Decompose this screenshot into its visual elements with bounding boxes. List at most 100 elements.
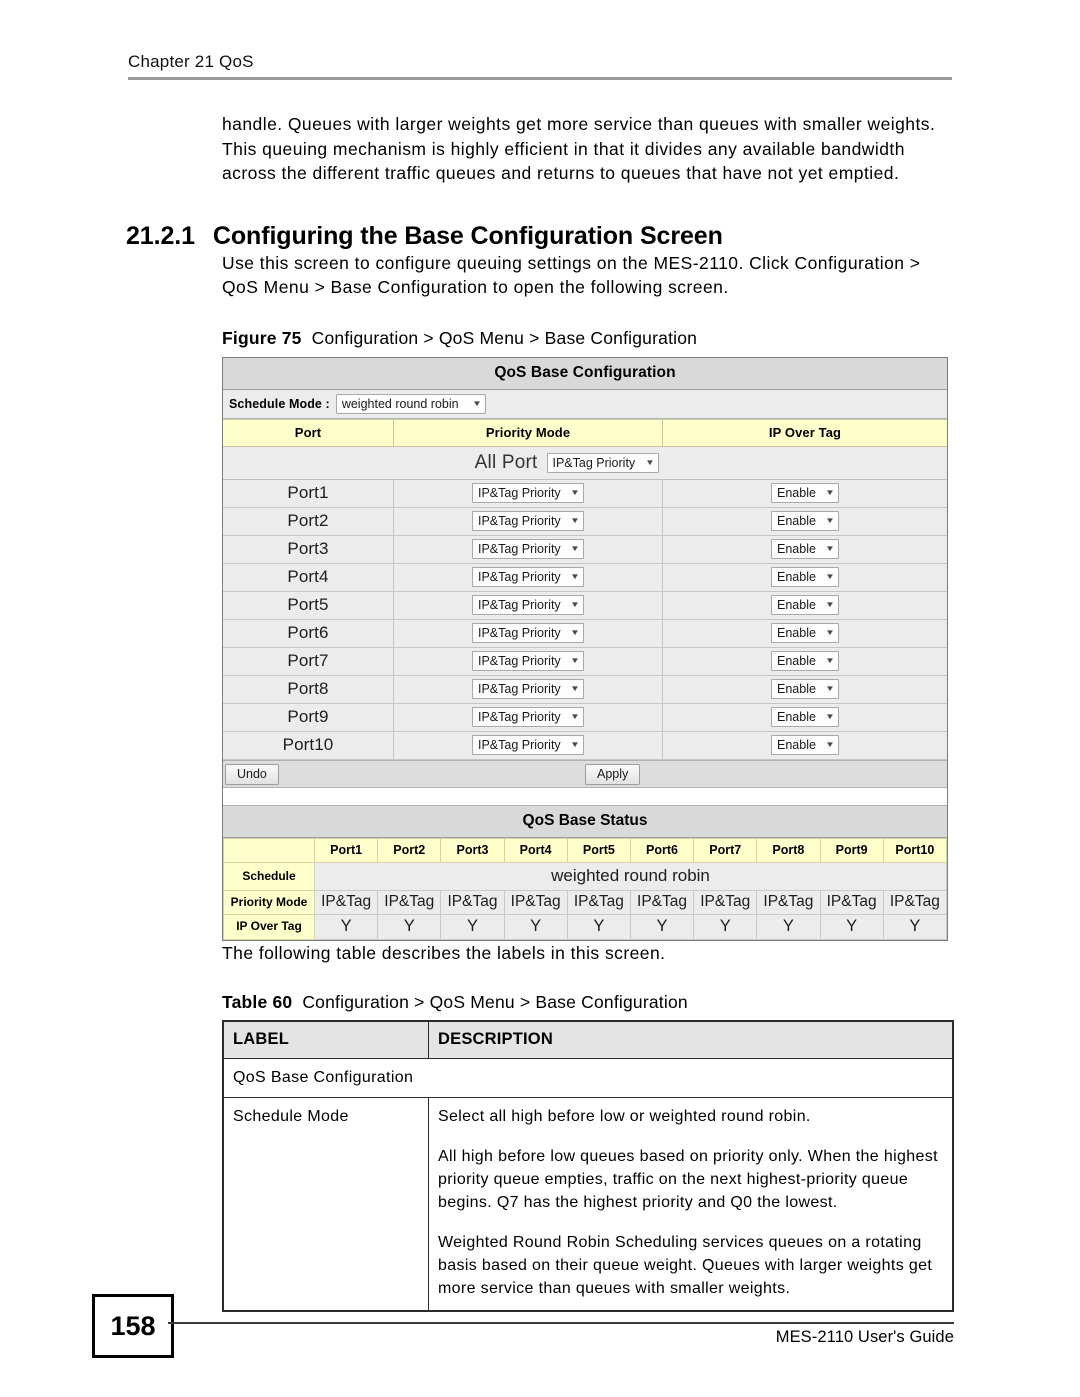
port-label: Port3 [223,535,394,564]
port-label: Port4 [223,563,394,592]
ip-over-tag-value: Enable [777,682,816,697]
priority-mode-select[interactable]: IP&Tag Priority ▼ [472,567,584,588]
chevron-down-icon: ▼ [825,600,835,610]
all-port-tag-cell [662,446,947,480]
ip-over-tag-value: Enable [777,626,816,641]
priority-mode-cell: IP&Tag Priority ▼ [393,619,663,648]
priority-mode-cell: IP&Tag Priority ▼ [393,675,663,704]
qos-base-status-title: QoS Base Status [223,805,947,838]
section-heading: 21.2.1 Configuring the Base Configuration… [126,222,858,251]
table-row: Port7 IP&Tag Priority ▼ Enable ▼ [223,647,947,676]
table-header-row: Port Priority Mode IP Over Tag [223,418,947,447]
port-label: Port5 [223,591,394,620]
apply-button[interactable]: Apply [585,763,641,785]
ip-over-tag-select[interactable]: Enable ▼ [771,679,839,700]
ip-over-tag-select[interactable]: Enable ▼ [771,483,839,504]
section-intro-paragraph: Use this screen to configure queuing set… [222,252,921,298]
ip-over-tag-value: Enable [777,738,816,753]
port-configuration-table: Port Priority Mode IP Over Tag All Port … [223,418,947,760]
undo-button[interactable]: Undo [225,763,279,785]
label-description-table: LABEL DESCRIPTION QoS Base Configuration… [222,1019,954,1312]
doc-column-header-description: DESCRIPTION [428,1020,954,1059]
chevron-down-icon: ▼ [570,544,580,554]
status-ip-over-tag-row: IP Over Tag Y Y Y Y Y Y Y Y Y Y [223,913,948,940]
table-caption-text: Configuration > QoS Menu > Base Configur… [302,991,688,1012]
chevron-down-icon: ▼ [570,572,580,582]
table-row: Port3 IP&Tag Priority ▼ Enable ▼ [223,535,947,564]
status-priority-value: IP&Tag [566,889,631,915]
status-schedule-row: Schedule weighted round robin [223,861,947,891]
ip-over-tag-value: Enable [777,542,816,557]
status-port-header: Port10 [882,837,948,863]
ip-over-tag-select[interactable]: Enable ▼ [771,707,839,728]
priority-mode-select[interactable]: IP&Tag Priority ▼ [472,651,584,672]
priority-mode-select[interactable]: IP&Tag Priority ▼ [472,539,584,560]
all-port-priority-select[interactable]: IP&Tag Priority ▼ [546,452,659,473]
all-port-priority-value: IP&Tag Priority [552,455,636,470]
status-port-header: Port3 [440,837,505,863]
chevron-down-icon: ▼ [825,516,835,526]
ip-over-tag-select[interactable]: Enable ▼ [771,567,839,588]
priority-mode-cell: IP&Tag Priority ▼ [393,479,663,508]
column-header-port: Port [223,418,394,447]
chevron-down-icon: ▼ [471,398,482,408]
table-row: Port5 IP&Tag Priority ▼ Enable ▼ [223,591,947,620]
section-title: Configuring the Base Configuration Scree… [212,221,723,250]
status-priority-value: IP&Tag [313,889,379,915]
doc-desc-paragraph-2: All high before low queues based on prio… [438,1147,938,1211]
priority-mode-cell: IP&Tag Priority ▼ [393,591,663,620]
status-tag-value: Y [377,913,442,940]
ip-over-tag-select[interactable]: Enable ▼ [771,539,839,560]
chevron-down-icon: ▼ [570,600,580,610]
ip-over-tag-cell: Enable ▼ [662,507,947,536]
status-priority-value: IP&Tag [693,889,758,915]
ip-over-tag-cell: Enable ▼ [662,563,947,592]
status-port-header: Port2 [377,837,442,863]
status-port-header: Port5 [566,837,631,863]
priority-mode-select[interactable]: IP&Tag Priority ▼ [472,623,584,644]
priority-mode-cell: IP&Tag Priority ▼ [393,535,663,564]
port-label: Port9 [223,703,394,732]
chevron-down-icon: ▼ [570,684,580,694]
doc-row-label: Schedule Mode [222,1096,429,1312]
chevron-down-icon: ▼ [570,516,580,526]
all-port-label: All Port [474,451,538,473]
ip-over-tag-select[interactable]: Enable ▼ [771,595,839,616]
port-label: Port7 [223,647,394,676]
chevron-down-icon: ▼ [570,488,580,498]
ip-over-tag-cell: Enable ▼ [662,591,947,620]
table-row: Port1 IP&Tag Priority ▼ Enable ▼ [223,479,947,508]
status-port-header: Port6 [629,837,695,863]
ip-over-tag-select[interactable]: Enable ▼ [771,511,839,532]
table-row: Port6 IP&Tag Priority ▼ Enable ▼ [223,619,947,648]
priority-mode-value: IP&Tag Priority [478,542,561,557]
qos-base-configuration-title: QoS Base Configuration [223,357,947,390]
figure-caption-text: Configuration > QoS Menu > Base Configur… [311,327,698,348]
priority-mode-value: IP&Tag Priority [478,682,561,697]
priority-mode-select[interactable]: IP&Tag Priority ▼ [472,595,584,616]
ip-over-tag-value: Enable [777,570,816,585]
priority-mode-select[interactable]: IP&Tag Priority ▼ [472,679,584,700]
device-screenshot: QoS Base Configuration Schedule Mode : w… [222,356,948,941]
schedule-mode-select[interactable]: weighted round robin ▼ [335,393,486,414]
port-label: Port6 [223,619,394,648]
ip-over-tag-select[interactable]: Enable ▼ [771,735,839,756]
priority-mode-select[interactable]: IP&Tag Priority ▼ [472,735,584,756]
ip-over-tag-value: Enable [777,598,816,613]
status-priority-mode-row: Priority Mode IP&Tag IP&Tag IP&Tag IP&Ta… [223,889,948,915]
form-button-bar: Undo Apply [223,759,947,788]
chevron-down-icon: ▼ [825,628,835,638]
chevron-down-icon: ▼ [644,457,655,467]
priority-mode-select[interactable]: IP&Tag Priority ▼ [472,707,584,728]
ip-over-tag-select[interactable]: Enable ▼ [771,651,839,672]
chapter-label: Chapter 21 QoS [128,52,254,71]
priority-mode-value: IP&Tag Priority [478,626,561,641]
priority-mode-select[interactable]: IP&Tag Priority ▼ [472,511,584,532]
chevron-down-icon: ▼ [825,544,835,554]
chevron-down-icon: ▼ [570,712,580,722]
priority-mode-select[interactable]: IP&Tag Priority ▼ [472,483,584,504]
chevron-down-icon: ▼ [570,656,580,666]
schedule-mode-label: Schedule Mode : [229,396,330,411]
status-priority-value: IP&Tag [440,889,505,915]
ip-over-tag-select[interactable]: Enable ▼ [771,623,839,644]
